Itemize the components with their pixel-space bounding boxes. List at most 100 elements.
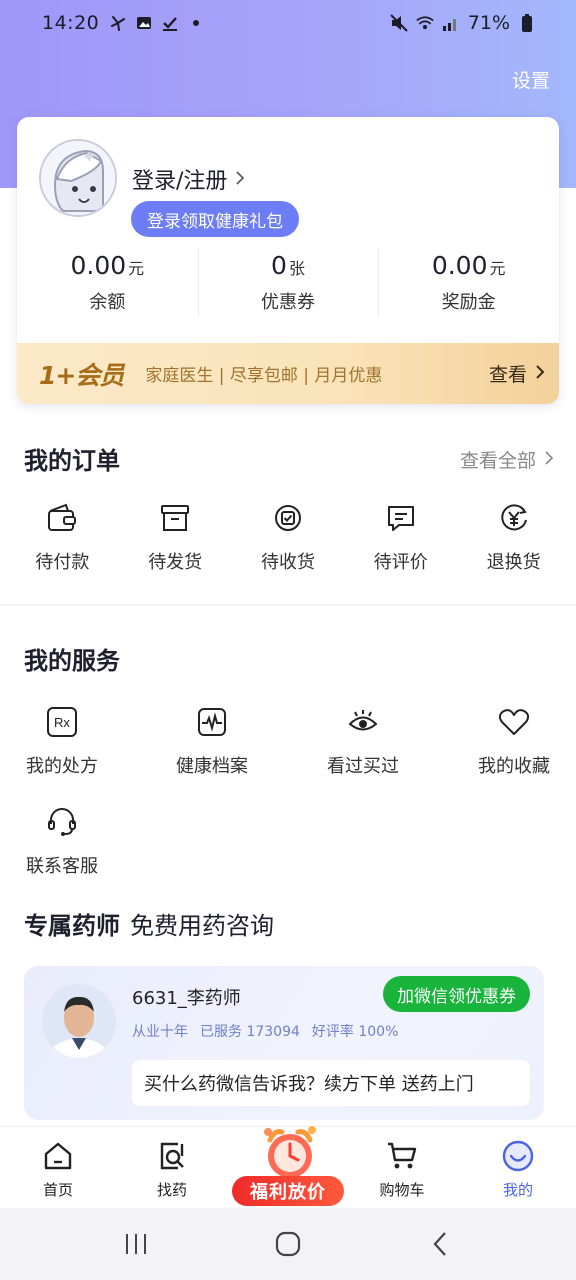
reward-label: 奖励金 xyxy=(441,292,496,313)
favorites-button[interactable]: 我的收藏 xyxy=(464,704,564,778)
reward-unit: 元 xyxy=(489,259,506,278)
service-label: 我的收藏 xyxy=(478,756,550,777)
tab-label: 找药 xyxy=(156,1181,187,1199)
order-label: 待评价 xyxy=(373,552,428,573)
tab-find-drug[interactable]: 找药 xyxy=(132,1127,212,1200)
svg-text:Rx: Rx xyxy=(54,715,70,730)
rx-icon: Rx xyxy=(44,704,80,740)
image-icon xyxy=(135,14,153,32)
wifi-icon xyxy=(416,14,434,32)
tab-cart[interactable]: 购物车 xyxy=(362,1127,442,1200)
reward-value: 0.00 xyxy=(431,251,488,280)
coupon-value: 0 xyxy=(271,251,287,280)
login-register-link[interactable]: 登录/注册 xyxy=(132,163,245,195)
history-button[interactable]: 看过买过 xyxy=(313,704,413,778)
comment-icon xyxy=(383,500,419,536)
coupon-label: 优惠券 xyxy=(261,292,315,313)
promo-label: 福利放价 xyxy=(232,1176,344,1206)
search-drug-icon xyxy=(155,1139,189,1173)
pending-shipment-button[interactable]: 待发货 xyxy=(119,500,232,580)
mute-icon xyxy=(390,14,408,32)
windmill-icon xyxy=(109,14,127,32)
served-count-text: 已服务 173094 xyxy=(200,1024,300,1040)
member-view-button[interactable]: 查看 xyxy=(489,360,545,387)
pharmacist-stats: 从业十年 已服务 173094 好评率 100% xyxy=(132,1021,398,1041)
service-label: 看过买过 xyxy=(327,756,399,777)
status-time: 14:20 xyxy=(42,12,100,34)
tab-home[interactable]: 首页 xyxy=(18,1127,98,1200)
coupon-stat[interactable]: 0张 优惠券 xyxy=(197,245,379,321)
pending-payment-button[interactable]: 待付款 xyxy=(6,500,119,580)
pending-review-button[interactable]: 待评价 xyxy=(344,500,457,580)
box-icon xyxy=(157,500,193,536)
dot-icon xyxy=(187,14,205,32)
check-icon xyxy=(161,14,179,32)
chevron-right-icon xyxy=(235,167,245,192)
pharmacist-name: 6631_李药师 xyxy=(132,988,241,1009)
services-title: 我的服务 xyxy=(24,647,120,675)
system-nav-bar xyxy=(0,1208,576,1280)
pharmacist-title: 专属药师 免费用药咨询 xyxy=(24,906,274,941)
rating-text: 好评率 100% xyxy=(311,1024,399,1040)
balance-unit: 元 xyxy=(128,259,145,278)
pulse-icon xyxy=(194,704,230,740)
pharmacist-message[interactable]: 买什么药微信告诉我？续方下单 送药上门 xyxy=(132,1060,530,1106)
returns-button[interactable]: 退换货 xyxy=(457,500,570,580)
experience-text: 从业十年 xyxy=(132,1024,188,1040)
eye-icon xyxy=(345,704,381,740)
balance-value: 0.00 xyxy=(70,251,127,280)
order-label: 退换货 xyxy=(486,552,541,573)
service-label: 我的处方 xyxy=(26,756,98,777)
pharmacist-avatar xyxy=(42,984,116,1058)
cart-icon xyxy=(385,1139,419,1173)
login-label: 登录/注册 xyxy=(132,169,228,194)
view-all-orders-link[interactable]: 查看全部 xyxy=(460,446,554,473)
profile-card: 登录/注册 登录领取健康礼包 0.00 元 余额 0张 优惠券 0.00 元 奖励金… xyxy=(17,117,559,404)
reward-stat[interactable]: 0.00 元 奖励金 xyxy=(378,245,559,321)
pending-receipt-button[interactable]: 待收货 xyxy=(232,500,345,580)
balance-label: 余额 xyxy=(89,292,126,313)
orders-title: 我的订单 xyxy=(24,447,120,475)
member-perks: 家庭医生 | 尽享包邮 | 月月优惠 xyxy=(145,366,383,386)
tab-mine[interactable]: 我的 xyxy=(478,1127,558,1200)
headset-icon xyxy=(44,804,80,840)
smile-icon xyxy=(501,1139,535,1173)
tab-label: 购物车 xyxy=(379,1181,425,1199)
refund-icon xyxy=(496,500,532,536)
avatar[interactable] xyxy=(39,139,117,217)
battery-icon xyxy=(518,14,536,32)
wallet-icon xyxy=(44,500,80,536)
health-gift-badge[interactable]: 登录领取健康礼包 xyxy=(131,201,299,237)
signal-icon xyxy=(442,14,460,32)
status-bar: 14:20 71% xyxy=(0,0,576,46)
membership-banner[interactable]: 1+会员 家庭医生 | 尽享包邮 | 月月优惠 查看 xyxy=(17,343,559,404)
pharmacist-subheading: 免费用药咨询 xyxy=(130,912,274,940)
balance-stat[interactable]: 0.00 元 余额 xyxy=(17,245,198,321)
home-icon xyxy=(41,1139,75,1173)
pharmacist-heading: 专属药师 xyxy=(24,912,120,940)
tab-label: 我的 xyxy=(502,1181,533,1199)
chevron-right-icon xyxy=(544,449,554,471)
home-button-icon[interactable] xyxy=(268,1224,308,1264)
battery-percent: 71% xyxy=(467,12,510,34)
account-stats: 0.00 元 余额 0张 优惠券 0.00 元 奖励金 xyxy=(17,245,559,321)
order-label: 待发货 xyxy=(148,552,203,573)
receive-icon xyxy=(270,500,306,536)
chevron-right-icon xyxy=(535,363,545,385)
order-label: 待付款 xyxy=(35,552,90,573)
prescriptions-button[interactable]: Rx 我的处方 xyxy=(12,704,112,778)
customer-service-button[interactable]: 联系客服 xyxy=(12,804,112,878)
order-status-row: 待付款 待发货 待收货 待评价 退换货 xyxy=(0,500,576,580)
back-icon[interactable] xyxy=(420,1224,460,1264)
view-all-label: 查看全部 xyxy=(459,450,536,472)
settings-button[interactable]: 设置 xyxy=(512,66,550,93)
recent-apps-icon[interactable] xyxy=(116,1224,156,1264)
promo-button[interactable]: 福利放价 xyxy=(232,1124,344,1208)
member-view-label: 查看 xyxy=(488,364,527,386)
service-label: 健康档案 xyxy=(176,756,248,777)
heart-icon xyxy=(496,704,532,740)
pharmacist-card[interactable]: 6631_李药师 加微信领优惠券 从业十年 已服务 173094 好评率 100… xyxy=(24,966,544,1120)
add-wechat-button[interactable]: 加微信领优惠券 xyxy=(383,976,530,1012)
section-divider xyxy=(0,604,576,606)
health-records-button[interactable]: 健康档案 xyxy=(162,704,262,778)
